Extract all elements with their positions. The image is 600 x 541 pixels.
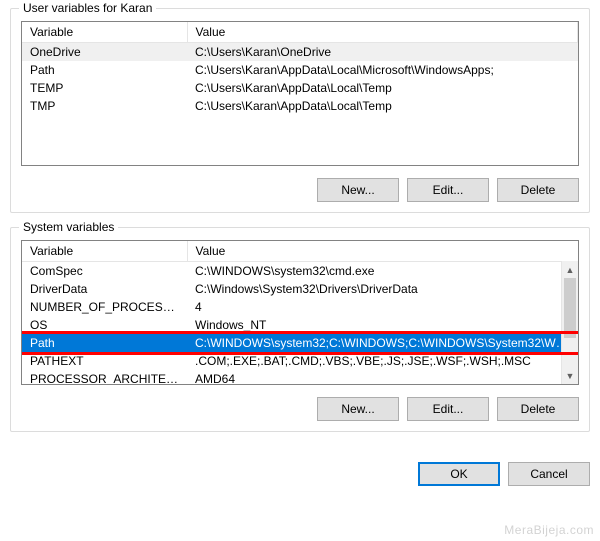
column-header-variable[interactable]: Variable	[22, 241, 187, 262]
cancel-button[interactable]: Cancel	[508, 462, 590, 486]
table-row[interactable]: TEMP C:\Users\Karan\AppData\Local\Temp	[22, 79, 578, 97]
table-row[interactable]: PATHEXT .COM;.EXE;.BAT;.CMD;.VBS;.VBE;.J…	[22, 352, 578, 370]
cell-variable: PROCESSOR_ARCHITECTURE	[22, 370, 187, 385]
user-variables-title: User variables for Karan	[19, 1, 156, 15]
cell-variable: Path	[22, 61, 187, 79]
table-row[interactable]: ComSpec C:\WINDOWS\system32\cmd.exe	[22, 262, 578, 281]
column-header-value[interactable]: Value	[187, 22, 578, 43]
cell-value: C:\WINDOWS\system32;C:\WINDOWS;C:\WINDOW…	[187, 334, 578, 352]
cell-variable: NUMBER_OF_PROCESSORS	[22, 298, 187, 316]
table-row[interactable]: PROCESSOR_ARCHITECTURE AMD64	[22, 370, 578, 385]
new-button[interactable]: New...	[317, 397, 399, 421]
system-variables-title: System variables	[19, 220, 118, 234]
scroll-thumb[interactable]	[564, 278, 576, 338]
system-variables-table-container: Variable Value ComSpec C:\WINDOWS\system…	[21, 240, 579, 385]
cell-variable: ComSpec	[22, 262, 187, 281]
table-row[interactable]: NUMBER_OF_PROCESSORS 4	[22, 298, 578, 316]
table-row[interactable]: TMP C:\Users\Karan\AppData\Local\Temp	[22, 97, 578, 115]
delete-button[interactable]: Delete	[497, 397, 579, 421]
cell-value: C:\WINDOWS\system32\cmd.exe	[187, 262, 578, 281]
cell-value: C:\Windows\System32\Drivers\DriverData	[187, 280, 578, 298]
watermark-text: MeraBijeja.com	[504, 523, 594, 537]
column-header-value[interactable]: Value	[187, 241, 578, 262]
cell-variable: Path	[22, 334, 187, 352]
environment-variables-dialog: User variables for Karan Variable Value …	[0, 0, 600, 456]
table-row[interactable]: OS Windows_NT	[22, 316, 578, 334]
table-row[interactable]: Path C:\WINDOWS\system32;C:\WINDOWS;C:\W…	[22, 334, 578, 352]
cell-variable: PATHEXT	[22, 352, 187, 370]
system-vars-button-row: New... Edit... Delete	[21, 397, 579, 421]
table-row[interactable]: Path C:\Users\Karan\AppData\Local\Micros…	[22, 61, 578, 79]
user-variables-table-container: Variable Value OneDrive C:\Users\Karan\O…	[21, 21, 579, 166]
edit-button[interactable]: Edit...	[407, 178, 489, 202]
new-button[interactable]: New...	[317, 178, 399, 202]
cell-variable: TEMP	[22, 79, 187, 97]
cell-variable: OS	[22, 316, 187, 334]
cell-value: 4	[187, 298, 578, 316]
delete-button[interactable]: Delete	[497, 178, 579, 202]
user-variables-table[interactable]: Variable Value OneDrive C:\Users\Karan\O…	[22, 22, 578, 115]
cell-value: C:\Users\Karan\AppData\Local\Temp	[187, 79, 578, 97]
table-row[interactable]: OneDrive C:\Users\Karan\OneDrive	[22, 43, 578, 62]
user-vars-button-row: New... Edit... Delete	[21, 178, 579, 202]
cell-variable: OneDrive	[22, 43, 187, 62]
table-row[interactable]: DriverData C:\Windows\System32\Drivers\D…	[22, 280, 578, 298]
cell-value: C:\Users\Karan\AppData\Local\Microsoft\W…	[187, 61, 578, 79]
scroll-down-icon[interactable]: ▼	[562, 367, 578, 384]
cell-value: Windows_NT	[187, 316, 578, 334]
edit-button[interactable]: Edit...	[407, 397, 489, 421]
system-variables-group: System variables Variable Value ComSpec …	[10, 227, 590, 432]
dialog-button-row: OK Cancel	[0, 456, 600, 496]
user-variables-group: User variables for Karan Variable Value …	[10, 8, 590, 213]
scroll-up-icon[interactable]: ▲	[562, 261, 578, 278]
cell-value: AMD64	[187, 370, 578, 385]
cell-value: .COM;.EXE;.BAT;.CMD;.VBS;.VBE;.JS;.JSE;.…	[187, 352, 578, 370]
cell-value: C:\Users\Karan\AppData\Local\Temp	[187, 97, 578, 115]
cell-value: C:\Users\Karan\OneDrive	[187, 43, 578, 62]
cell-variable: DriverData	[22, 280, 187, 298]
system-variables-table[interactable]: Variable Value ComSpec C:\WINDOWS\system…	[22, 241, 578, 385]
vertical-scrollbar[interactable]: ▲ ▼	[561, 261, 578, 384]
ok-button[interactable]: OK	[418, 462, 500, 486]
cell-variable: TMP	[22, 97, 187, 115]
column-header-variable[interactable]: Variable	[22, 22, 187, 43]
